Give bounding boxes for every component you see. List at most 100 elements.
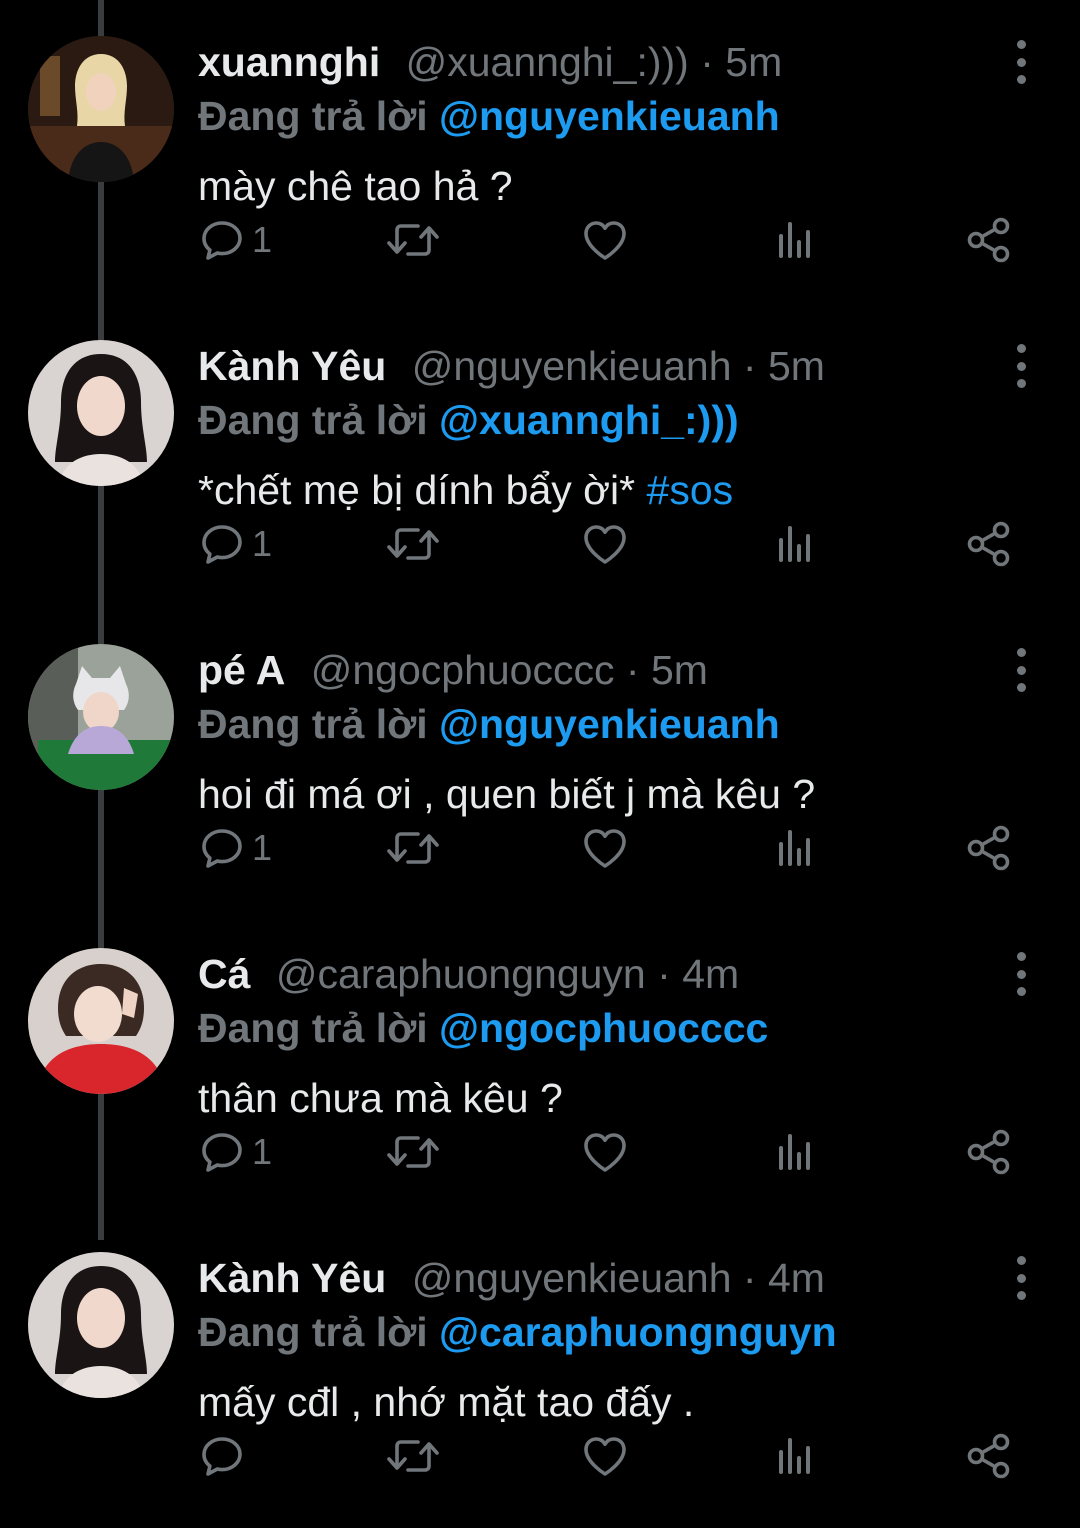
tweet-header: Kành Yêu @nguyenkieuanh · 4m xyxy=(198,1250,825,1306)
avatar[interactable] xyxy=(28,340,174,486)
views-button[interactable] xyxy=(776,210,816,270)
retweet-button[interactable] xyxy=(386,818,440,878)
timestamp[interactable]: 4m xyxy=(682,951,739,997)
retweet-button[interactable] xyxy=(386,1122,440,1182)
tweet-text: mấy cđl , nhớ mặt tao đấy . xyxy=(198,1372,694,1432)
share-button[interactable] xyxy=(966,514,1012,574)
tweet-header: Cá @caraphuongnguyn · 4m xyxy=(198,946,739,1002)
heart-icon xyxy=(584,221,626,260)
display-name[interactable]: Kành Yêu xyxy=(198,1255,386,1301)
avatar[interactable] xyxy=(28,948,174,1094)
share-button[interactable] xyxy=(966,1426,1012,1486)
display-name[interactable]: pé A xyxy=(198,647,285,693)
timestamp[interactable]: 5m xyxy=(725,39,782,85)
views-button[interactable] xyxy=(776,1122,816,1182)
action-bar: 1 xyxy=(0,514,1080,574)
retweet-icon xyxy=(387,1136,439,1168)
like-button[interactable] xyxy=(582,818,628,878)
tweet-body: mấy cđl , nhớ mặt tao đấy . xyxy=(198,1379,695,1425)
reply-button[interactable]: 1 xyxy=(200,818,272,878)
heart-icon xyxy=(584,1133,626,1172)
separator: · xyxy=(742,1255,757,1301)
reply-mention-link[interactable]: @caraphuongnguyn xyxy=(439,1309,837,1355)
display-name[interactable]: Cá xyxy=(198,951,250,997)
avatar[interactable] xyxy=(28,36,174,182)
share-icon xyxy=(967,1433,1010,1479)
separator: · xyxy=(625,647,640,693)
user-handle[interactable]: @xuannghi_:))) xyxy=(406,39,689,85)
user-handle[interactable]: @ngocphuocccc xyxy=(311,647,615,693)
reply-mention-link[interactable]: @ngocphuocccc xyxy=(439,1005,768,1051)
retweet-button[interactable] xyxy=(386,514,440,574)
views-icon xyxy=(779,526,810,562)
reply-mention-link[interactable]: @nguyenkieuanh xyxy=(439,93,780,139)
views-button[interactable] xyxy=(776,514,816,574)
replying-to-label: Đang trả lời xyxy=(198,397,428,443)
tweet[interactable]: pé A @ngocphuocccc · 5m Đang trả lời @ng… xyxy=(0,608,1080,912)
retweet-button[interactable] xyxy=(386,1426,440,1486)
tweet-text: *chết mẹ bị dính bẩy ời* #sos xyxy=(198,460,733,520)
timestamp[interactable]: 4m xyxy=(768,1255,825,1301)
retweet-button[interactable] xyxy=(386,210,440,270)
replying-to-label: Đang trả lời xyxy=(198,701,428,747)
more-options-icon[interactable] xyxy=(1002,648,1040,692)
more-options-icon[interactable] xyxy=(1002,40,1040,84)
views-icon xyxy=(779,222,810,258)
tweet[interactable]: xuannghi @xuannghi_:))) · 5m Đang trả lờ… xyxy=(0,0,1080,304)
reply-button[interactable]: 1 xyxy=(200,514,272,574)
heart-icon xyxy=(584,829,626,868)
timestamp[interactable]: 5m xyxy=(768,343,825,389)
share-button[interactable] xyxy=(966,818,1012,878)
tweet-body: *chết mẹ bị dính bẩy ời* xyxy=(198,467,636,513)
hashtag-link[interactable]: #sos xyxy=(647,467,734,513)
replying-to-label: Đang trả lời xyxy=(198,1005,428,1051)
share-button[interactable] xyxy=(966,210,1012,270)
user-handle[interactable]: @nguyenkieuanh xyxy=(412,1255,732,1301)
reply-icon xyxy=(202,829,242,868)
like-button[interactable] xyxy=(582,1426,628,1486)
share-icon xyxy=(967,825,1010,871)
reply-count: 1 xyxy=(252,523,273,564)
views-icon xyxy=(779,1134,810,1170)
action-bar: 1 xyxy=(0,818,1080,878)
views-button[interactable] xyxy=(776,1426,816,1486)
retweet-icon xyxy=(387,528,439,560)
replying-to-label: Đang trả lời xyxy=(198,93,428,139)
views-button[interactable] xyxy=(776,818,816,878)
replying-to: Đang trả lời @xuannghi_:))) xyxy=(198,392,739,448)
user-handle[interactable]: @nguyenkieuanh xyxy=(412,343,732,389)
reply-count: 1 xyxy=(252,1131,273,1172)
tweet-body: hoi đi má ơi , quen biết j mà kêu ? xyxy=(198,771,816,817)
tweet[interactable]: Kành Yêu @nguyenkieuanh · 5m Đang trả lờ… xyxy=(0,304,1080,608)
timestamp[interactable]: 5m xyxy=(651,647,708,693)
reply-mention-link[interactable]: @xuannghi_:))) xyxy=(439,397,739,443)
tweet-body: thân chưa mà kêu ? xyxy=(198,1075,563,1121)
tweet[interactable]: Kành Yêu @nguyenkieuanh · 4m Đang trả lờ… xyxy=(0,1216,1080,1520)
display-name[interactable]: xuannghi xyxy=(198,39,380,85)
user-handle[interactable]: @caraphuongnguyn xyxy=(276,951,646,997)
tweet[interactable]: Cá @caraphuongnguyn · 4m Đang trả lời @n… xyxy=(0,912,1080,1216)
reply-button[interactable]: 1 xyxy=(200,210,272,270)
heart-icon xyxy=(584,525,626,564)
like-button[interactable] xyxy=(582,1122,628,1182)
reply-button[interactable] xyxy=(200,1426,244,1486)
tweet-text: thân chưa mà kêu ? xyxy=(198,1068,563,1128)
tweet-text: mày chê tao hả ? xyxy=(198,156,513,216)
like-button[interactable] xyxy=(582,514,628,574)
more-options-icon[interactable] xyxy=(1002,952,1040,996)
tweet-text: hoi đi má ơi , quen biết j mà kêu ? xyxy=(198,764,815,824)
reply-button[interactable]: 1 xyxy=(200,1122,272,1182)
like-button[interactable] xyxy=(582,210,628,270)
share-icon xyxy=(967,521,1010,567)
share-button[interactable] xyxy=(966,1122,1012,1182)
replying-to: Đang trả lời @nguyenkieuanh xyxy=(198,696,780,752)
more-options-icon[interactable] xyxy=(1002,344,1040,388)
avatar[interactable] xyxy=(28,1252,174,1398)
display-name[interactable]: Kành Yêu xyxy=(198,343,386,389)
views-icon xyxy=(779,830,810,866)
avatar[interactable] xyxy=(28,644,174,790)
reply-mention-link[interactable]: @nguyenkieuanh xyxy=(439,701,780,747)
replying-to: Đang trả lời @caraphuongnguyn xyxy=(198,1304,837,1360)
more-options-icon[interactable] xyxy=(1002,1256,1040,1300)
replying-to: Đang trả lời @ngocphuocccc xyxy=(198,1000,768,1056)
